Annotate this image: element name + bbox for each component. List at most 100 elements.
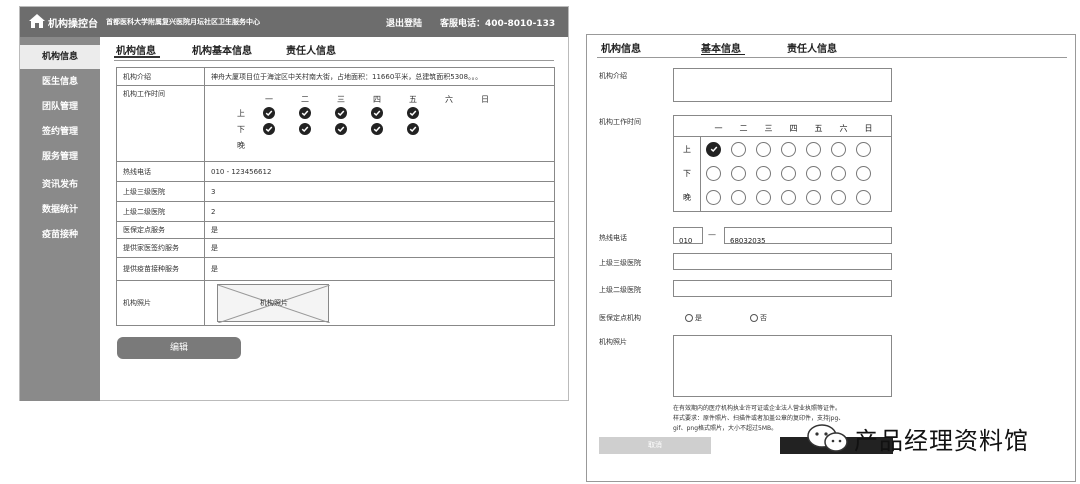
empty-circle-icon[interactable] xyxy=(756,189,771,205)
check-icon xyxy=(299,123,311,135)
row-value: 是 xyxy=(204,238,555,258)
check-icon xyxy=(335,123,347,135)
empty-circle-icon[interactable] xyxy=(731,141,746,157)
hours-cell xyxy=(395,123,431,135)
slot-label: 下 xyxy=(683,168,691,178)
empty-circle-icon[interactable] xyxy=(731,165,746,181)
empty-circle-icon[interactable] xyxy=(781,141,796,157)
hours-cell xyxy=(251,123,287,135)
radio-icon[interactable] xyxy=(685,314,693,322)
photo-placeholder[interactable]: 机构照片 xyxy=(217,284,330,323)
tab-divider xyxy=(114,60,554,61)
home-icon[interactable] xyxy=(28,13,46,29)
cancel-button[interactable]: 取消 xyxy=(599,437,711,454)
empty-circle-icon[interactable] xyxy=(806,141,821,157)
tab-person-in-charge[interactable]: 责任人信息 xyxy=(787,40,837,55)
intro-label: 机构介绍 xyxy=(599,72,627,80)
empty-circle-icon[interactable] xyxy=(806,189,821,205)
edit-form-panel: 机构信息 基本信息 责任人信息 机构介绍 机构工作时间 一 二 三 四 五 六 … xyxy=(586,34,1076,482)
slot-label: 上 xyxy=(683,144,691,154)
sidebar-item-services[interactable]: 服务管理 xyxy=(20,145,100,169)
table-row: 提供疫苗接种服务 是 xyxy=(116,257,555,281)
check-icon xyxy=(335,107,347,119)
day-label: 三 xyxy=(337,95,345,104)
row-value: 3 xyxy=(204,181,555,202)
empty-circle-icon[interactable] xyxy=(856,141,871,157)
hours-rows: 上下晚 xyxy=(211,105,548,153)
empty-circle-icon[interactable] xyxy=(806,165,821,181)
empty-circle-icon[interactable] xyxy=(856,189,871,205)
tab-bar: 机构信息 机构基本信息 责任人信息 xyxy=(100,37,568,61)
day-label: 二 xyxy=(301,95,309,104)
insurance-no-option[interactable]: 否 xyxy=(750,313,767,323)
photo-note-line: 在有效期内的医疗机构执业许可证或企业法人营业执照等证件。 xyxy=(673,405,842,412)
intro-label: 机构介绍 xyxy=(116,67,205,86)
table-row: 提供家医签约服务 是 xyxy=(116,238,555,258)
row-label: 上级三级医院 xyxy=(116,181,205,202)
phone-area-input[interactable]: 010 xyxy=(673,227,703,245)
empty-circle-icon[interactable] xyxy=(756,165,771,181)
tab-basic-info[interactable]: 基本信息 xyxy=(701,40,741,55)
phone-dash: — xyxy=(708,230,716,239)
empty-circle-icon[interactable] xyxy=(831,165,846,181)
logout-link[interactable]: 退出登陆 xyxy=(386,16,422,29)
intro-textarea[interactable] xyxy=(673,68,892,102)
sidebar-item-doctors[interactable]: 医生信息 xyxy=(20,70,100,94)
tab-org-info[interactable]: 机构信息 xyxy=(116,42,156,57)
hours-label: 机构工作时间 xyxy=(116,85,205,162)
hours-cell xyxy=(287,107,323,119)
empty-circle-icon[interactable] xyxy=(831,189,846,205)
empty-circle-icon[interactable] xyxy=(731,189,746,205)
hours-row: 上 xyxy=(674,137,881,161)
empty-circle-icon[interactable] xyxy=(756,141,771,157)
table-row: 机构照片 机构照片 xyxy=(116,280,555,326)
checked-circle-icon[interactable] xyxy=(706,141,721,157)
phone-number-value: 68032035 xyxy=(730,237,766,245)
tier3-hospital-input[interactable] xyxy=(673,253,892,270)
radio-icon[interactable] xyxy=(750,314,758,322)
table-row: 机构工作时间 一 二 三 四 五 六 日 上下晚 xyxy=(116,85,555,162)
photo-cell: 机构照片 xyxy=(204,280,555,326)
empty-circle-icon[interactable] xyxy=(856,165,871,181)
table-row: 上级三级医院 3 xyxy=(116,181,555,202)
sidebar-item-vaccines[interactable]: 疫苗接种 xyxy=(20,223,100,247)
hours-grid: 一 二 三 四 五 六 日 上下晚 xyxy=(204,85,555,162)
org-name: 首都医科大学附属复兴医院月坛社区卫生服务中心 xyxy=(106,18,260,26)
console-panel: 机构操控台 首都医科大学附属复兴医院月坛社区卫生服务中心 退出登陆 客服电话：4… xyxy=(19,6,569,401)
tier2-hospital-label: 上级二级医院 xyxy=(599,286,641,294)
empty-circle-icon[interactable] xyxy=(706,165,721,181)
check-icon xyxy=(407,123,419,135)
active-tab-indicator xyxy=(701,54,745,55)
day-label: 一 xyxy=(714,124,723,133)
hours-row: 上 xyxy=(211,105,548,121)
day-label: 日 xyxy=(864,124,873,133)
tier2-hospital-input[interactable] xyxy=(673,280,892,297)
wechat-icon xyxy=(807,424,848,452)
tab-org-info[interactable]: 机构信息 xyxy=(601,40,641,55)
day-label: 四 xyxy=(789,124,798,133)
sidebar-item-statistics[interactable]: 数据统计 xyxy=(20,198,100,222)
check-icon xyxy=(371,107,383,119)
row-value: 是 xyxy=(204,221,555,239)
sidebar-item-news[interactable]: 资讯发布 xyxy=(20,173,100,197)
tab-basic-info[interactable]: 机构基本信息 xyxy=(192,42,252,57)
row-label: 热线电话 xyxy=(116,161,205,182)
photo-upload-box[interactable] xyxy=(673,335,892,397)
table-row: 上级二级医院 2 xyxy=(116,201,555,222)
sidebar: 机构信息 医生信息 团队管理 签约管理 服务管理 资讯发布 数据统计 疫苗接种 xyxy=(20,37,100,401)
empty-circle-icon[interactable] xyxy=(781,165,796,181)
sidebar-item-contracts[interactable]: 签约管理 xyxy=(20,120,100,144)
insurance-yes-option[interactable]: 是 xyxy=(685,313,702,323)
edit-button[interactable]: 编辑 xyxy=(117,337,241,359)
tab-person-in-charge[interactable]: 责任人信息 xyxy=(286,42,336,57)
empty-circle-icon[interactable] xyxy=(781,189,796,205)
sidebar-item-teams[interactable]: 团队管理 xyxy=(20,95,100,119)
insurance-label: 医保定点机构 xyxy=(599,314,641,322)
phone-number-input[interactable]: 68032035 xyxy=(724,227,892,245)
watermark: 产品经理资料馆 xyxy=(806,418,1029,458)
empty-circle-icon[interactable] xyxy=(706,189,721,205)
row-label: 医保定点服务 xyxy=(116,221,205,239)
sidebar-item-org-info[interactable]: 机构信息 xyxy=(20,45,100,69)
empty-circle-icon[interactable] xyxy=(831,141,846,157)
row-value: 是 xyxy=(204,257,555,281)
